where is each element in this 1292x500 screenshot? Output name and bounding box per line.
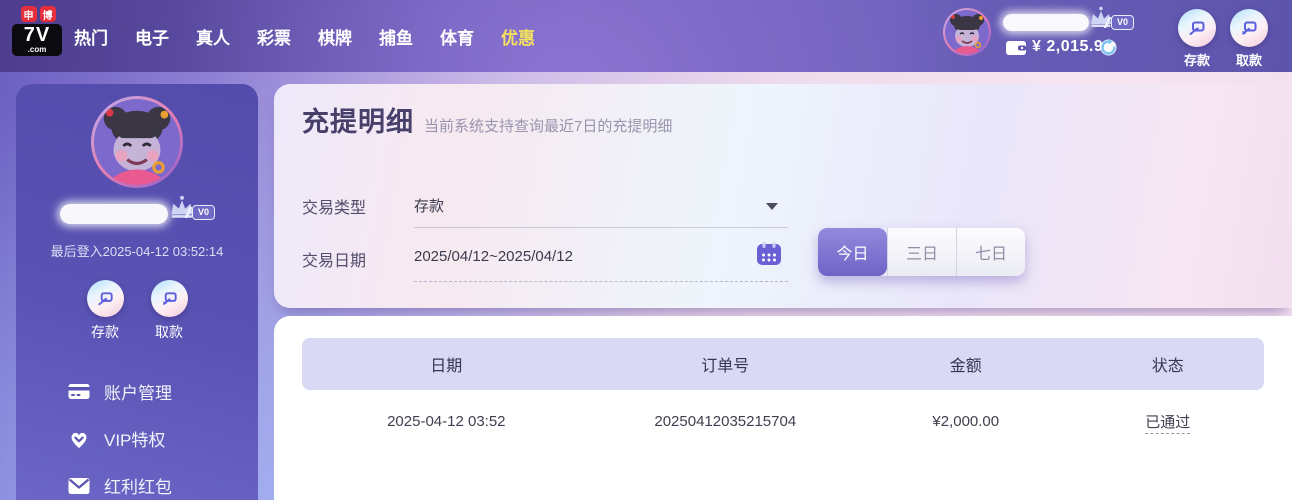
sidebar-vip-level-badge: V0 bbox=[192, 205, 216, 220]
sidebar-avatar[interactable] bbox=[91, 96, 183, 188]
nav-item-sports[interactable]: 体育 bbox=[440, 24, 474, 49]
sidebar-withdraw-label: 取款 bbox=[155, 324, 183, 340]
main-nav: 热门 电子 真人 彩票 棋牌 捕鱼 体育 优惠 bbox=[74, 0, 535, 72]
transaction-date-input[interactable]: 2025/04/12~2025/04/12 bbox=[414, 248, 573, 265]
sidebar-menu: 账户管理 VIP特权 红利红包 bbox=[16, 368, 258, 500]
sidebar-deposit-button[interactable]: 存款 bbox=[78, 280, 132, 342]
sidebar-username-redacted bbox=[60, 204, 168, 224]
sidebar-withdraw-icon bbox=[150, 280, 188, 317]
sidebar-item-label: VIP特权 bbox=[104, 431, 166, 450]
logo-text: 7V bbox=[23, 24, 51, 46]
table-header: 日期 订单号 金额 状态 bbox=[302, 338, 1264, 390]
records-panel: 日期 订单号 金额 状态 2025-04-12 03:52 2025041203… bbox=[274, 316, 1292, 500]
logo-suffix: .com bbox=[27, 45, 47, 54]
column-header-status: 状态 bbox=[1151, 358, 1184, 375]
refresh-balance-icon[interactable] bbox=[1098, 37, 1119, 58]
transaction-type-label: 交易类型 bbox=[302, 200, 367, 217]
sidebar-deposit-label: 存款 bbox=[91, 324, 119, 340]
deposit-icon bbox=[1178, 9, 1216, 47]
topbar-deposit-button[interactable]: 存款 bbox=[1174, 9, 1220, 69]
wallet-icon bbox=[1006, 41, 1026, 55]
filter-panel: 充提明细 当前系统支持查询最近7日的充提明细 交易类型 存款 交易日期 2025… bbox=[274, 84, 1292, 308]
column-header-amount: 金额 bbox=[949, 358, 982, 375]
page-subtitle: 当前系统支持查询最近7日的充提明细 bbox=[424, 118, 673, 135]
range-button-7days[interactable]: 七日 bbox=[956, 228, 1025, 276]
page-title: 充提明细 bbox=[302, 107, 414, 137]
topbar-withdraw-button[interactable]: 取款 bbox=[1226, 9, 1272, 69]
status-badge[interactable]: 已通过 bbox=[1145, 413, 1191, 434]
sidebar: V0 最后登入2025-04-12 03:52:14 存款 取款 账户管理 VI… bbox=[16, 84, 258, 500]
vip-gem-icon bbox=[71, 432, 87, 448]
withdraw-icon bbox=[1230, 9, 1268, 47]
sidebar-avatar-image bbox=[94, 99, 180, 185]
nav-item-fishing[interactable]: 捕鱼 bbox=[379, 24, 413, 49]
sidebar-avatar-illustration bbox=[94, 99, 180, 185]
logo-badge-left: 申 bbox=[20, 6, 37, 22]
type-field-underline bbox=[414, 227, 788, 228]
date-range-button-group: 今日 三日 七日 bbox=[818, 228, 1025, 276]
logo-badges: 申 博 bbox=[12, 6, 64, 22]
nav-item-promos[interactable]: 优惠 bbox=[501, 24, 535, 49]
avatar-illustration bbox=[945, 10, 989, 54]
range-button-today[interactable]: 今日 bbox=[818, 228, 887, 276]
nav-item-cards[interactable]: 棋牌 bbox=[318, 24, 352, 49]
chevron-down-icon[interactable] bbox=[766, 203, 778, 210]
calendar-icon[interactable] bbox=[756, 241, 782, 267]
vip-level-badge: V0 bbox=[1111, 15, 1135, 30]
column-header-order: 订单号 bbox=[701, 358, 750, 375]
column-header-date: 日期 bbox=[430, 358, 463, 375]
nav-item-hot[interactable]: 热门 bbox=[74, 24, 108, 49]
nav-item-slots[interactable]: 电子 bbox=[135, 24, 169, 49]
sidebar-item-label: 红利红包 bbox=[104, 478, 172, 497]
cell-order-number: 20250412035215704 bbox=[654, 412, 797, 430]
user-avatar[interactable] bbox=[943, 8, 991, 56]
logo-main: 7V .com bbox=[12, 24, 62, 56]
logo-badge-right: 博 bbox=[39, 6, 56, 22]
bank-card-icon bbox=[68, 384, 90, 399]
username-redacted bbox=[1003, 14, 1089, 31]
nav-item-lottery[interactable]: 彩票 bbox=[257, 24, 291, 49]
deposit-label: 存款 bbox=[1183, 53, 1210, 68]
transaction-type-select[interactable]: 存款 bbox=[414, 195, 444, 216]
cell-status: 已通过 bbox=[1072, 411, 1264, 434]
sidebar-item-bonus-redpacket[interactable]: 红利红包 bbox=[16, 462, 258, 500]
site-logo[interactable]: 申 博 7V .com bbox=[12, 6, 64, 56]
avatar-image bbox=[945, 10, 989, 54]
last-login-text: 最后登入2025-04-12 03:52:14 bbox=[50, 244, 224, 259]
sidebar-item-account-management[interactable]: 账户管理 bbox=[16, 368, 258, 415]
sidebar-item-vip-privileges[interactable]: VIP特权 bbox=[16, 415, 258, 462]
page: 申 博 7V .com 热门 电子 真人 彩票 棋牌 捕鱼 体育 优惠 V0 ¥… bbox=[0, 0, 1292, 500]
panel-head: 充提明细 当前系统支持查询最近7日的充提明细 bbox=[302, 100, 672, 139]
red-envelope-icon bbox=[68, 477, 90, 494]
sidebar-item-label: 账户管理 bbox=[104, 384, 172, 403]
sidebar-deposit-icon bbox=[86, 280, 124, 317]
cell-amount: ¥2,000.00 bbox=[932, 412, 1000, 430]
withdraw-label: 取款 bbox=[1235, 53, 1262, 68]
range-button-3days[interactable]: 三日 bbox=[887, 228, 956, 276]
nav-item-live[interactable]: 真人 bbox=[196, 24, 230, 49]
topbar: 申 博 7V .com 热门 电子 真人 彩票 棋牌 捕鱼 体育 优惠 V0 ¥… bbox=[0, 0, 1292, 72]
table-row: 2025-04-12 03:52 20250412035215704 ¥2,00… bbox=[302, 390, 1264, 452]
cell-date: 2025-04-12 03:52 bbox=[387, 412, 506, 430]
sidebar-withdraw-button[interactable]: 取款 bbox=[142, 280, 196, 342]
transaction-date-label: 交易日期 bbox=[302, 253, 367, 270]
date-field-underline bbox=[414, 281, 788, 282]
